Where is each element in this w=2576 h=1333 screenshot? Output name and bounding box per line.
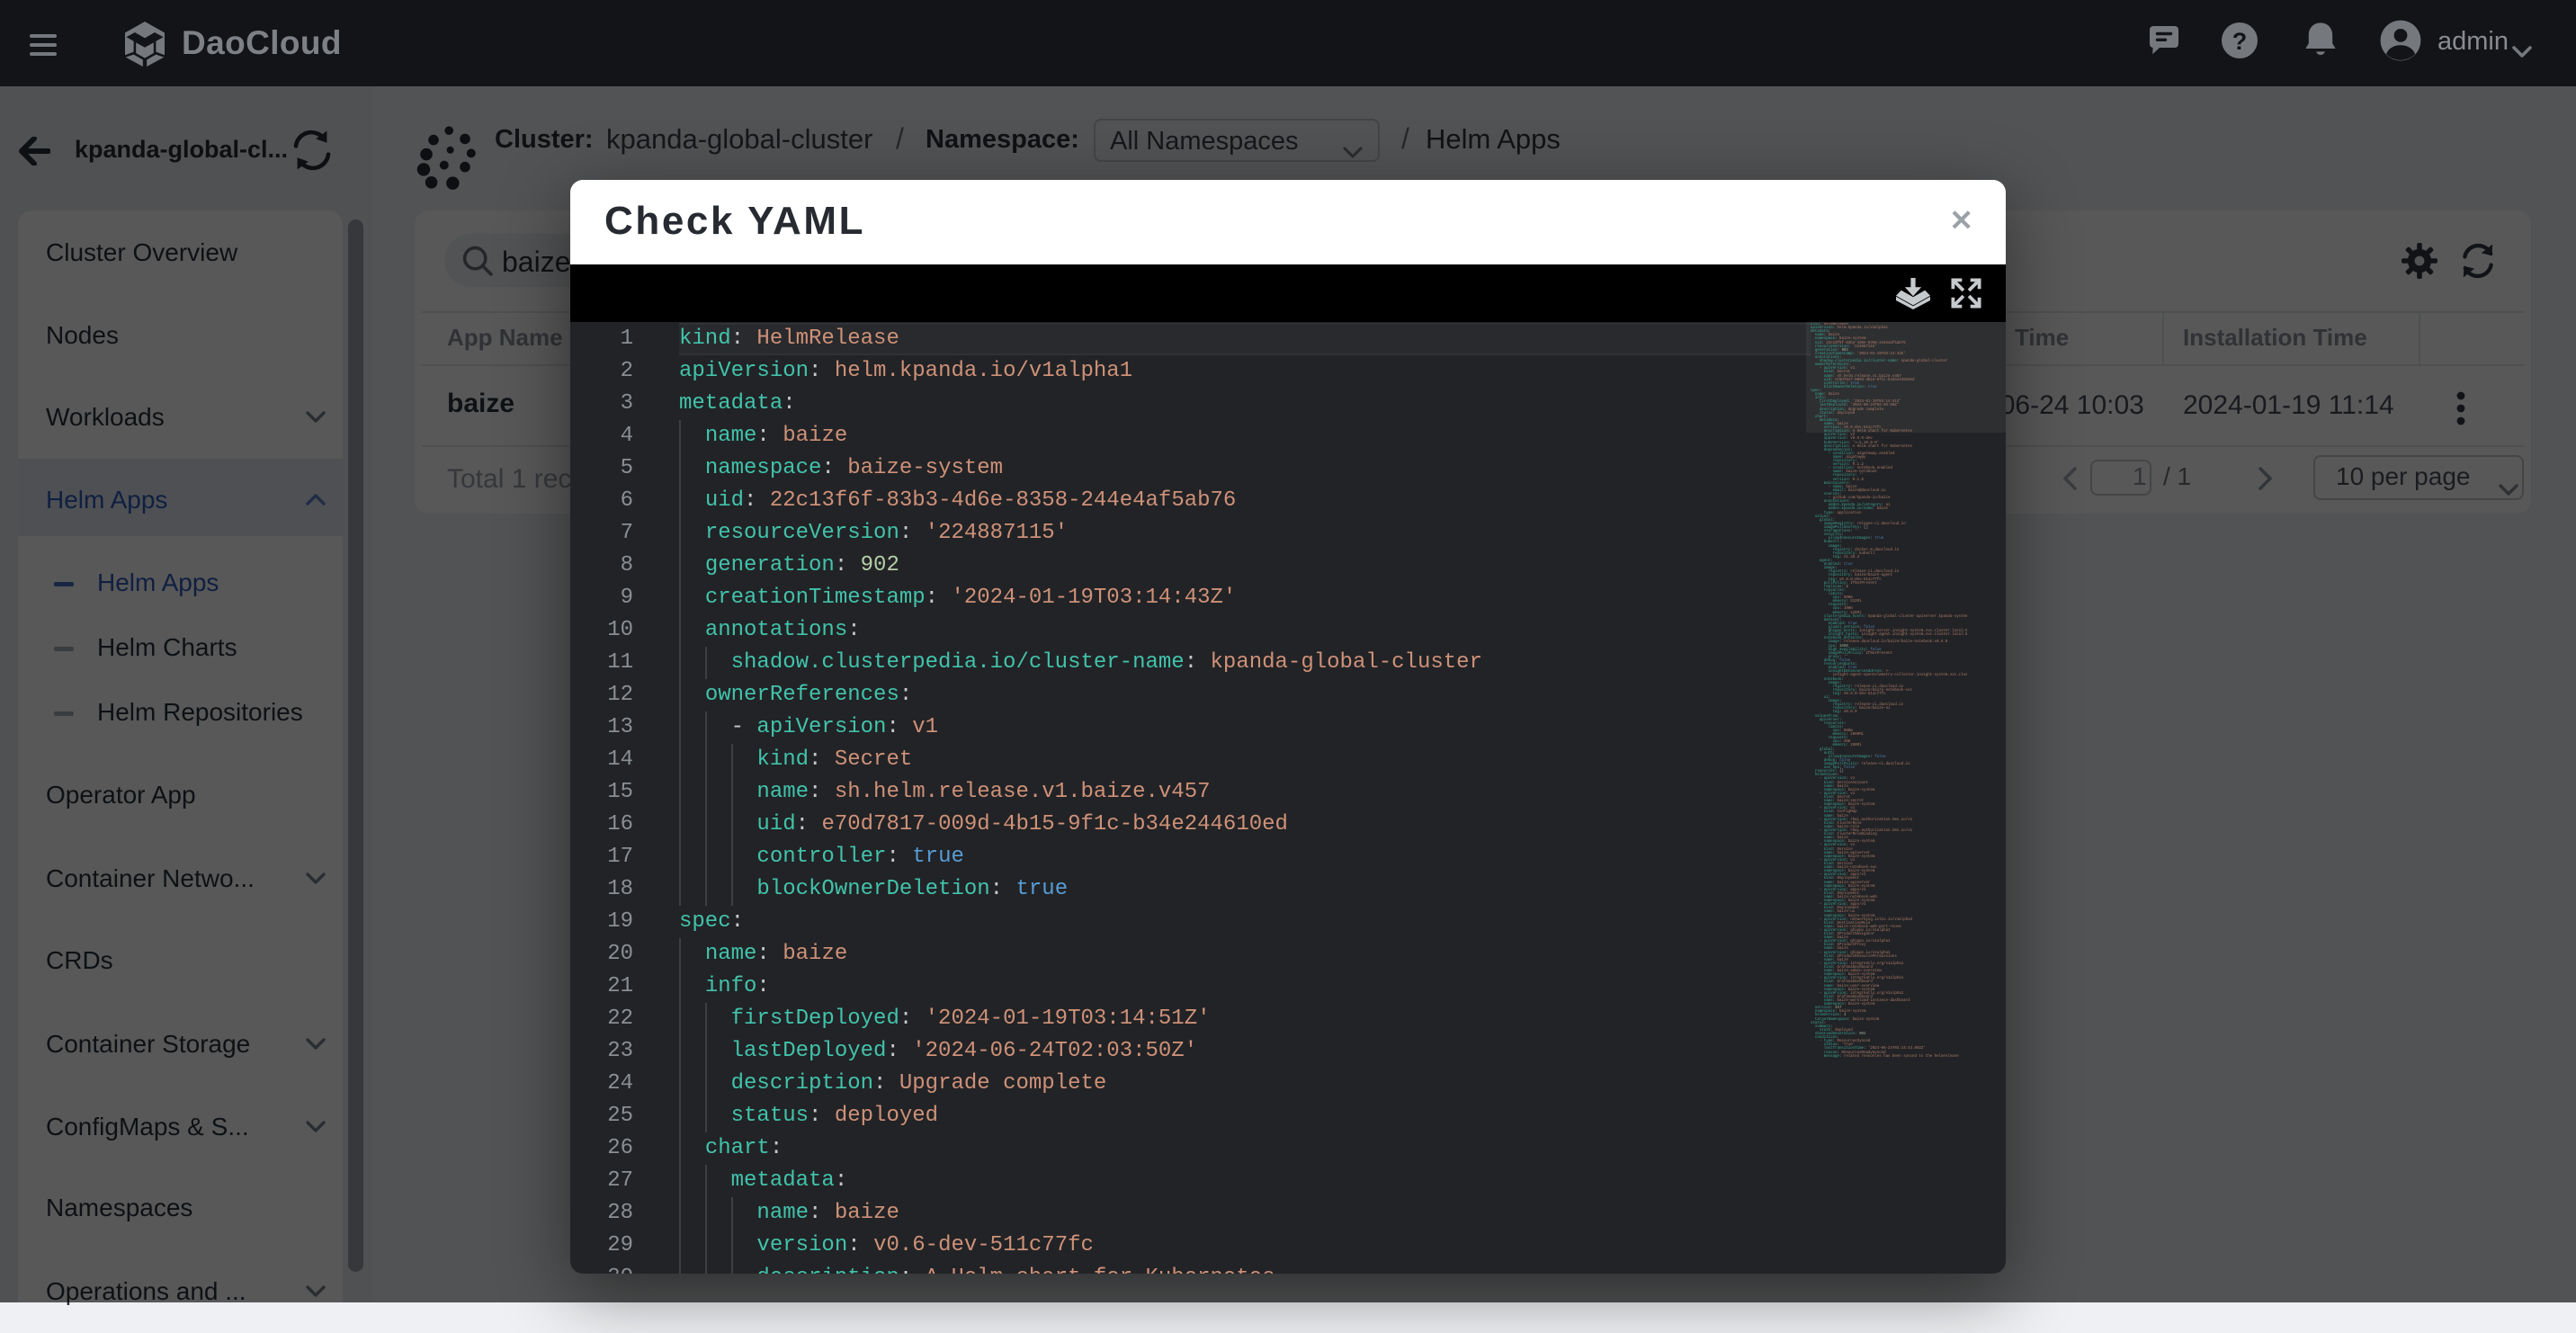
svg-text:?: ? [2232, 28, 2248, 55]
